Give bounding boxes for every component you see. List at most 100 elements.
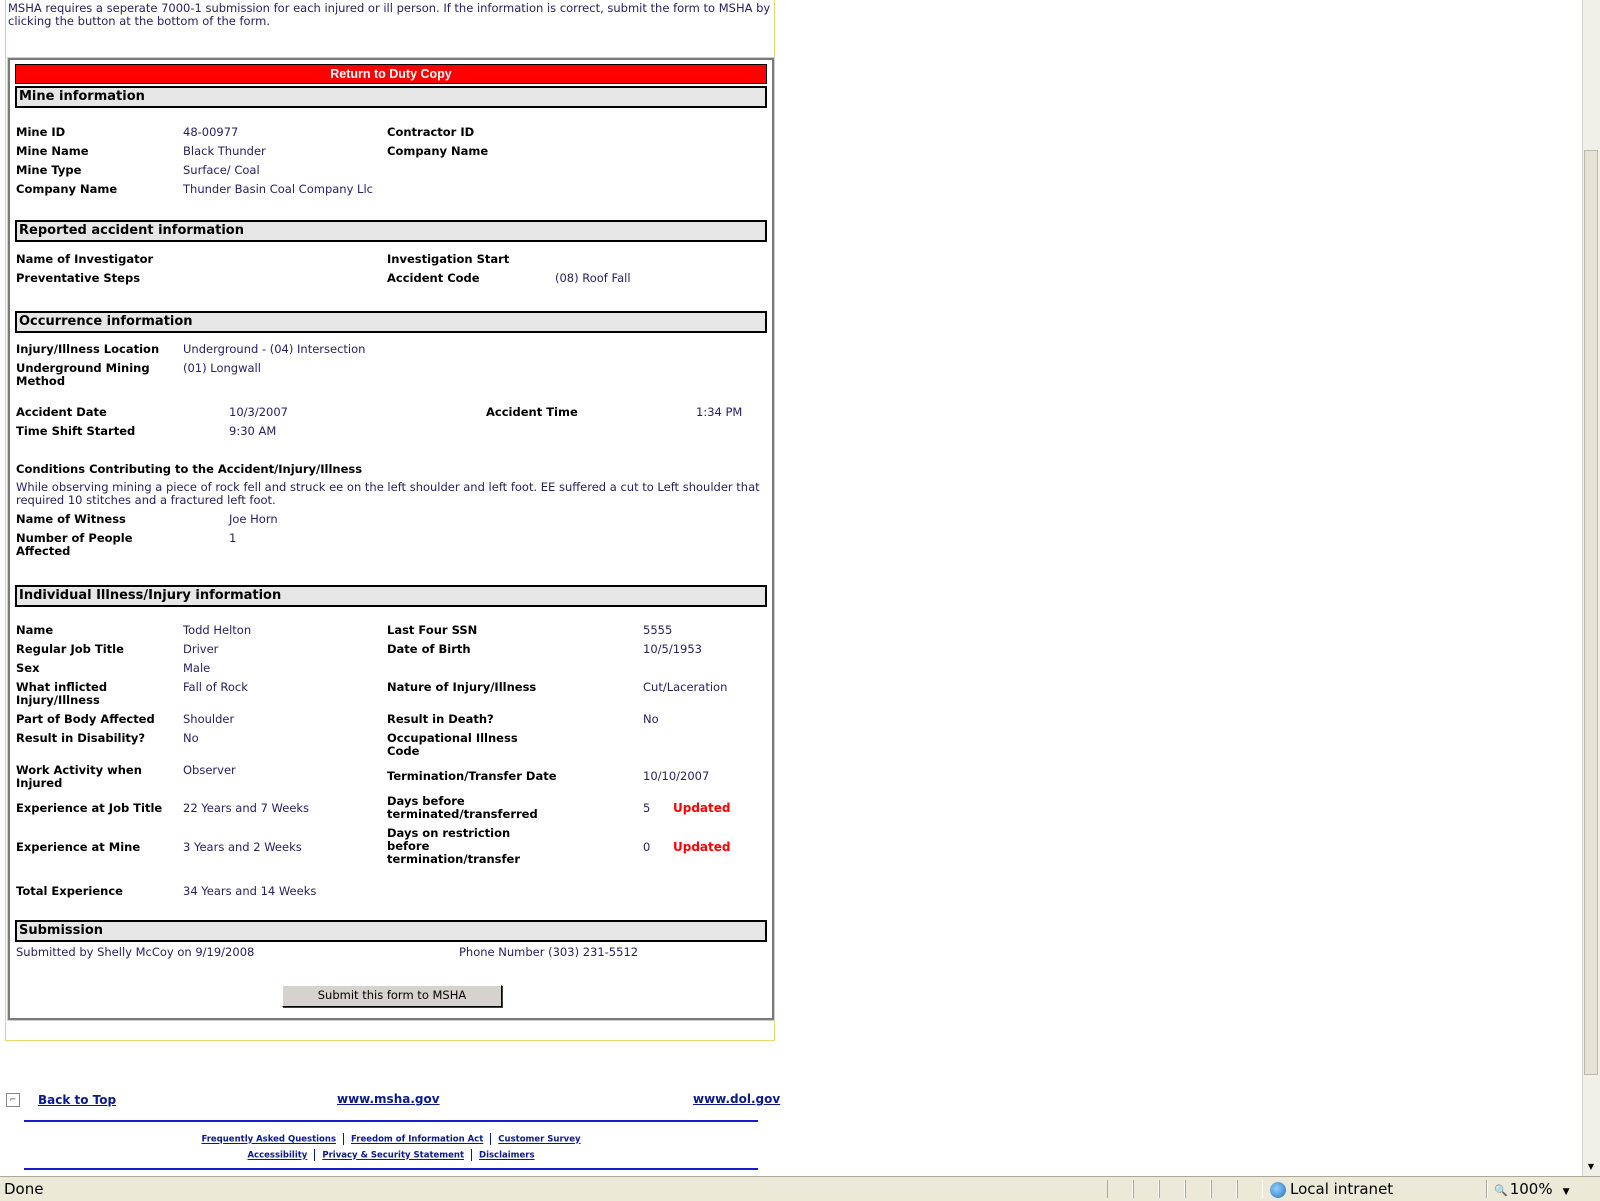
footer-links-row-2: Accessibility Privacy & Security Statemen… (24, 1149, 758, 1161)
exp-job-label: Experience at Job Title (16, 801, 163, 815)
scrollbar-thumb[interactable] (1584, 150, 1598, 1075)
nature-label: Nature of Injury/Illness (387, 680, 537, 694)
death-label: Result in Death? (387, 712, 494, 726)
security-zone: Local intranet (1270, 1180, 1393, 1198)
mine-type-value: Surface/ Coal (183, 163, 260, 177)
days-restriction-label: Days on restriction before termination/t… (387, 826, 521, 866)
conditions-value: While observing mining a piece of rock f… (16, 480, 760, 507)
accessibility-link[interactable]: Accessibility (247, 1151, 307, 1161)
work-activity-value: Observer (183, 763, 236, 777)
job-title-label: Regular Job Title (16, 642, 124, 656)
msha-gov-link[interactable]: www.msha.gov (337, 1092, 440, 1106)
days-before-updated-badge: Updated (673, 801, 731, 815)
ssn-label: Last Four SSN (387, 623, 478, 637)
term-date-label: Termination/Transfer Date (387, 769, 557, 783)
name-label: Name (16, 623, 54, 637)
inflicted-label: What inflicted Injury/Illness (16, 680, 108, 707)
work-activity-label: Work Activity when Injured (16, 763, 142, 790)
mine-name-value: Black Thunder (183, 144, 266, 158)
faq-link[interactable]: Frequently Asked Questions (201, 1135, 336, 1145)
accident-date-label: Accident Date (16, 405, 107, 419)
people-affected-label: Number of People Affected (16, 531, 133, 558)
occurrence-section-heading: Occurrence information (15, 311, 767, 333)
exp-job-value: 22 Years and 7 Weeks (183, 801, 310, 815)
preventative-label: Preventative Steps (16, 271, 141, 285)
dob-label: Date of Birth (387, 642, 471, 656)
footer-divider-bottom (24, 1168, 758, 1170)
company-name-value: Thunder Basin Coal Company Llc (183, 182, 373, 196)
contractor-company-label: Company Name (387, 144, 489, 158)
vertical-scrollbar[interactable]: ▼ (1582, 0, 1600, 1176)
globe-icon (1270, 1181, 1286, 1198)
accident-code-label: Accident Code (387, 271, 480, 285)
individual-section-heading: Individual Illness/Injury information (15, 585, 767, 607)
shift-started-label: Time Shift Started (16, 424, 136, 438)
intro-text: MSHA requires a seperate 7000-1 submissi… (8, 1, 771, 28)
mine-id-label: Mine ID (16, 125, 66, 139)
submission-section-heading: Submission (15, 920, 767, 942)
exp-mine-value: 3 Years and 2 Weeks (183, 840, 302, 854)
status-bar: Done Local intranet 🔍 100% ▼ (0, 1176, 1600, 1201)
mine-id-value: 48-00977 (183, 125, 239, 139)
accident-date-value: 10/3/2007 (229, 405, 288, 419)
mine-type-label: Mine Type (16, 163, 82, 177)
foia-link[interactable]: Freedom of Information Act (351, 1135, 483, 1145)
scroll-down-icon[interactable]: ▼ (1584, 1160, 1598, 1174)
submitted-by-text: Submitted by Shelly McCoy on 9/19/2008 (16, 945, 255, 959)
location-label: Injury/Illness Location (16, 342, 160, 356)
phone-number-text: Phone Number (303) 231-5512 (459, 945, 639, 959)
days-restriction-value: 0 (643, 840, 651, 854)
mine-section-heading: Mine information (15, 86, 767, 108)
job-title-value: Driver (183, 642, 219, 656)
days-before-label: Days before terminated/transferred (387, 794, 538, 821)
copy-header: Return to Duty Copy (15, 64, 767, 84)
dol-gov-link[interactable]: www.dol.gov (693, 1092, 780, 1106)
sex-label: Sex (16, 661, 40, 675)
investigator-label: Name of Investigator (16, 252, 154, 266)
accident-time-label: Accident Time (486, 405, 578, 419)
footer-divider-top (24, 1120, 758, 1122)
ssn-value: 5555 (643, 623, 673, 637)
mining-method-value: (01) Longwall (183, 361, 261, 375)
people-affected-value: 1 (229, 531, 237, 545)
days-restriction-updated-badge: Updated (673, 840, 731, 854)
investigation-start-label: Investigation Start (387, 252, 510, 266)
body-part-label: Part of Body Affected (16, 712, 155, 726)
form-container: Return to Duty Copy Mine information Min… (7, 57, 775, 1021)
submit-to-msha-button[interactable]: Submit this form to MSHA (282, 985, 502, 1007)
body-part-value: Shoulder (183, 712, 235, 726)
nature-value: Cut/Laceration (643, 680, 728, 694)
mining-method-label: Underground Mining Method (16, 361, 150, 388)
disclaimers-link[interactable]: Disclaimers (479, 1151, 535, 1161)
privacy-link[interactable]: Privacy & Security Statement (322, 1151, 464, 1161)
accident-section-heading: Reported accident information (15, 220, 767, 242)
page-viewport: MSHA requires a seperate 7000-1 submissi… (0, 0, 1583, 1176)
term-date-value: 10/10/2007 (643, 769, 710, 783)
accident-code-value: (08) Roof Fall (555, 271, 631, 285)
disability-label: Result in Disability? (16, 731, 146, 745)
zone-label: Local intranet (1290, 1180, 1394, 1198)
location-value: Underground - (04) Intersection (183, 342, 366, 356)
back-to-top-link[interactable]: Back to Top (38, 1093, 116, 1107)
sex-value: Male (183, 661, 211, 675)
zoom-icon: 🔍 (1494, 1184, 1508, 1197)
name-value: Todd Helton (183, 623, 252, 637)
footer-links-row-1: Frequently Asked Questions Freedom of Inf… (24, 1133, 758, 1145)
dob-value: 10/5/1953 (643, 642, 702, 656)
back-to-top-icon[interactable]: ⌐ (6, 1093, 20, 1107)
accident-time-value: 1:34 PM (696, 405, 743, 419)
conditions-label: Conditions Contributing to the Accident/… (16, 462, 363, 476)
zoom-control[interactable]: 🔍 100% ▼ (1494, 1180, 1570, 1198)
witness-label: Name of Witness (16, 512, 126, 526)
customer-survey-link[interactable]: Customer Survey (498, 1135, 580, 1145)
death-value: No (643, 712, 659, 726)
zoom-level: 100% (1509, 1180, 1553, 1198)
company-name-label: Company Name (16, 182, 118, 196)
occ-code-label: Occupational Illness Code (387, 731, 518, 758)
mine-name-label: Mine Name (16, 144, 89, 158)
status-text: Done (4, 1180, 44, 1198)
inflicted-value: Fall of Rock (183, 680, 248, 694)
disability-value: No (183, 731, 199, 745)
exp-total-label: Total Experience (16, 884, 123, 898)
chevron-down-icon[interactable]: ▼ (1563, 1187, 1570, 1197)
